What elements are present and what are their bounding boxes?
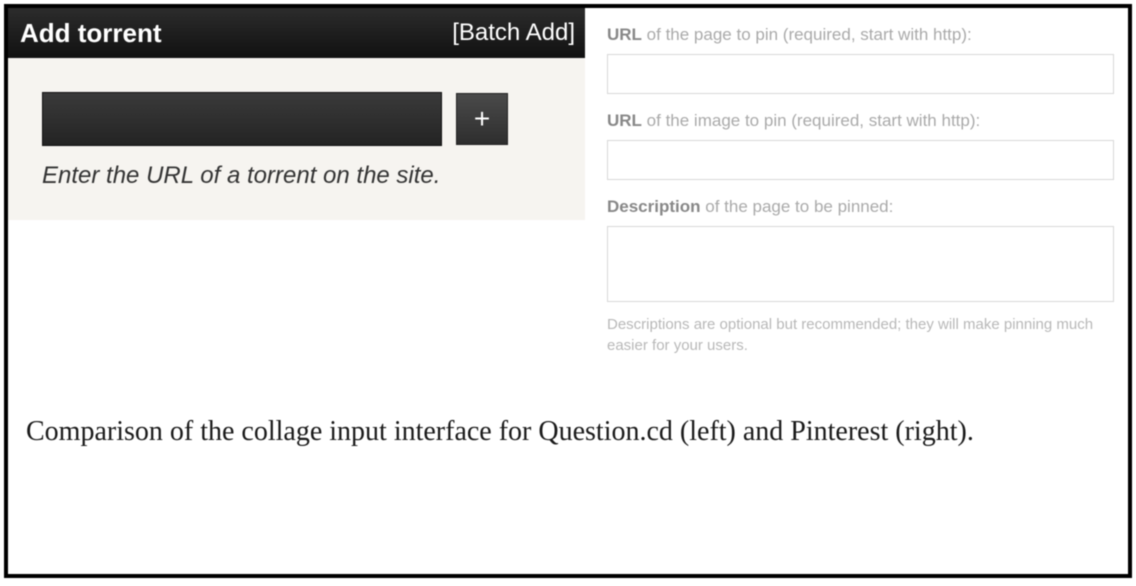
plus-icon: + [474,103,490,135]
description-label: Description of the page to be pinned: [607,196,1114,218]
torrent-url-input[interactable] [42,92,442,146]
left-header: Add torrent [Batch Add] [8,8,585,58]
url-page-label-bold: URL [607,25,642,44]
comparison-frame: Add torrent [Batch Add] + Enter the URL … [4,4,1132,578]
url-image-label: URL of the image to pin (required, start… [607,110,1114,132]
url-page-label: URL of the page to pin (required, start … [607,24,1114,46]
url-page-label-rest: of the page to pin (required, start with… [642,25,972,44]
url-image-block: URL of the image to pin (required, start… [607,110,1114,180]
add-torrent-title: Add torrent [20,18,162,49]
panels-row: Add torrent [Batch Add] + Enter the URL … [8,8,1128,382]
left-body: + Enter the URL of a torrent on the site… [8,58,585,220]
left-panel-questioncd: Add torrent [Batch Add] + Enter the URL … [8,8,585,220]
url-image-label-rest: of the image to pin (required, start wit… [642,111,980,130]
torrent-url-hint: Enter the URL of a torrent on the site. [42,160,563,192]
batch-add-link[interactable]: [Batch Add] [452,19,575,47]
url-page-block: URL of the page to pin (required, start … [607,24,1114,94]
url-image-input[interactable] [607,140,1114,180]
description-block: Description of the page to be pinned: De… [607,196,1114,356]
torrent-input-row: + [42,92,563,146]
right-panel-pinterest: URL of the page to pin (required, start … [585,8,1128,382]
description-hint: Descriptions are optional but recommende… [607,315,1114,356]
add-button[interactable]: + [456,93,508,145]
description-textarea[interactable] [607,226,1114,302]
url-page-input[interactable] [607,54,1114,94]
url-image-label-bold: URL [607,111,642,130]
description-label-bold: Description [607,197,701,216]
figure-caption: Comparison of the collage input interfac… [8,382,1128,451]
description-label-rest: of the page to be pinned: [701,197,894,216]
